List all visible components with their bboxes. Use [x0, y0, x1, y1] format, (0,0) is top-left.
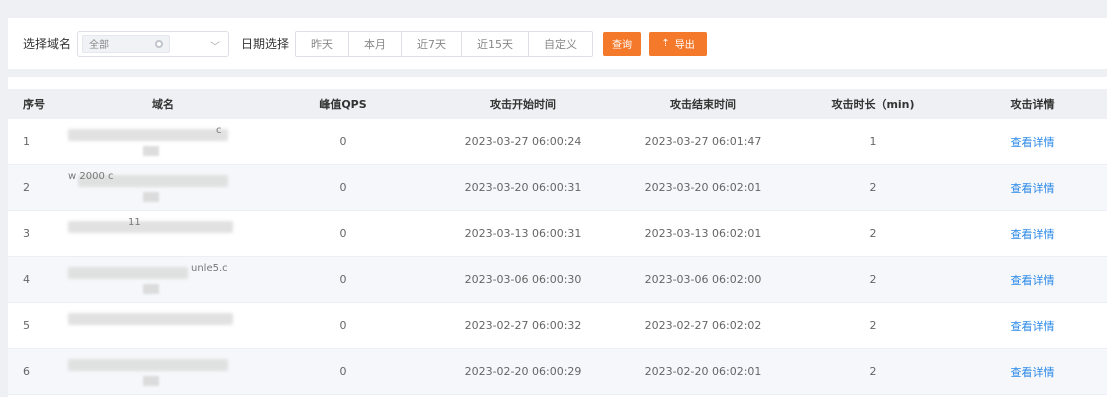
header-start: 攻击开始时间: [490, 98, 556, 111]
chevron-down-icon: ﹀: [210, 41, 221, 53]
view-detail-link[interactable]: 查看详情: [958, 226, 1107, 242]
row-index: 5: [23, 319, 30, 332]
header-domain: 域名: [152, 98, 174, 111]
domain-chip-label: 全部: [89, 40, 110, 51]
row-qps: 0: [339, 365, 347, 378]
row-qps: 0: [339, 135, 347, 148]
view-detail-link[interactable]: 查看详情: [958, 364, 1107, 380]
row-duration: 2: [869, 181, 877, 194]
table-row: 3 11 0 2023-03-13 06:00:31 2023-03-13 06…: [8, 211, 1107, 257]
row-start: 2023-02-27 06:00:32: [464, 319, 582, 332]
row-qps: 0: [339, 319, 347, 332]
export-button-label: 导出: [674, 40, 695, 51]
row-index: 1: [23, 135, 30, 148]
row-duration: 2: [869, 273, 877, 286]
row-start: 2023-03-06 06:00:30: [464, 273, 582, 286]
date-option-7-days[interactable]: 近7天: [402, 30, 463, 57]
row-end: 2023-02-20 06:02:01: [644, 365, 762, 378]
date-range-segment: 昨天 本月 近7天 近15天 自定义: [295, 30, 594, 57]
row-end: 2023-03-20 06:02:01: [644, 181, 762, 194]
row-duration: 2: [869, 227, 877, 240]
row-duration: 2: [869, 319, 877, 332]
domain-chip[interactable]: 全部: [82, 34, 171, 53]
attack-table: 序号 域名 峰值QPS 攻击开始时间 攻击结束时间 攻击时长（min) 攻击详情…: [8, 77, 1107, 397]
row-end: 2023-02-27 06:02:02: [644, 319, 762, 332]
domain-cell-redacted: c: [68, 119, 258, 165]
row-index: 4: [23, 273, 30, 286]
date-select-label: 日期选择: [241, 37, 290, 51]
date-option-yesterday[interactable]: 昨天: [295, 30, 350, 57]
row-qps: 0: [339, 273, 347, 286]
row-duration: 2: [869, 365, 877, 378]
table-row: 1 c 0 2023-03-27 06:00:24 2023-03-27 06:…: [8, 119, 1107, 165]
header-duration: 攻击时长（min): [831, 98, 915, 111]
header-end: 攻击结束时间: [670, 98, 736, 111]
row-qps: 0: [339, 227, 347, 240]
date-option-this-month[interactable]: 本月: [349, 30, 403, 57]
date-option-custom[interactable]: 自定义: [529, 30, 594, 57]
table-row: 6 0 2023-02-20 06:00:29 2023-02-20 06:02…: [8, 349, 1107, 395]
row-end: 2023-03-27 06:01:47: [644, 135, 762, 148]
query-button[interactable]: 查询: [603, 31, 642, 56]
row-end: 2023-03-13 06:02:01: [644, 227, 762, 240]
domain-cell-redacted: w 2000 c: [68, 165, 258, 211]
domain-select[interactable]: 全部 ﹀: [77, 30, 230, 57]
row-start: 2023-03-20 06:00:31: [464, 181, 582, 194]
row-index: 6: [23, 365, 30, 378]
table-row: 5 0 2023-02-27 06:00:32 2023-02-27 06:02…: [8, 303, 1107, 349]
table-row: 4 unle5.c 0 2023-03-06 06:00:30 2023-03-…: [8, 257, 1107, 303]
export-button[interactable]: ⇡ 导出: [649, 31, 708, 56]
chip-clear-icon[interactable]: [155, 39, 164, 48]
row-index: 3: [23, 227, 30, 240]
filter-bar: 选择域名 全部 ﹀ 日期选择 昨天 本月 近7天 近15天 自定义 查询 ⇡ 导…: [8, 18, 1107, 69]
domain-cell-redacted: [68, 349, 258, 395]
row-start: 2023-03-13 06:00:31: [464, 227, 582, 240]
table-header: 序号 域名 峰值QPS 攻击开始时间 攻击结束时间 攻击时长（min) 攻击详情: [8, 89, 1107, 119]
date-option-15-days[interactable]: 近15天: [462, 30, 530, 57]
view-detail-link[interactable]: 查看详情: [958, 272, 1107, 288]
row-duration: 1: [869, 135, 877, 148]
view-detail-link[interactable]: 查看详情: [958, 318, 1107, 334]
row-end: 2023-03-06 06:02:00: [644, 273, 762, 286]
row-start: 2023-02-20 06:00:29: [464, 365, 582, 378]
row-index: 2: [23, 181, 30, 194]
upload-icon: ⇡: [661, 38, 670, 49]
row-qps: 0: [339, 181, 347, 194]
domain-cell-redacted: [68, 303, 258, 349]
domain-cell-redacted: 11: [68, 211, 258, 257]
view-detail-link[interactable]: 查看详情: [958, 134, 1107, 150]
table-row: 2 w 2000 c 0 2023-03-20 06:00:31 2023-03…: [8, 165, 1107, 211]
header-detail: 攻击详情: [1010, 98, 1055, 111]
domain-cell-redacted: unle5.c: [68, 257, 258, 303]
row-start: 2023-03-27 06:00:24: [464, 135, 582, 148]
view-detail-link[interactable]: 查看详情: [958, 180, 1107, 196]
domain-select-label: 选择域名: [23, 37, 72, 51]
header-qps: 峰值QPS: [319, 98, 367, 111]
header-index: 序号: [23, 98, 45, 111]
